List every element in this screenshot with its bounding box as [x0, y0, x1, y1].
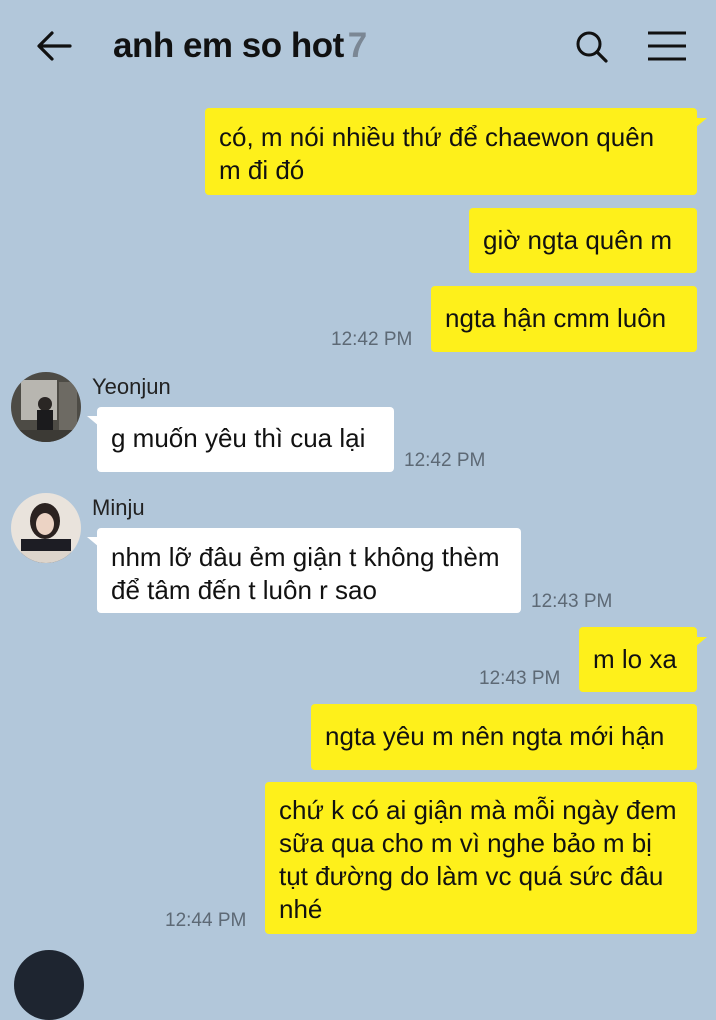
menu-button[interactable]: [644, 28, 690, 66]
my-message-bubble[interactable]: giờ ngta quên m: [469, 208, 697, 273]
message-timestamp: 12:42 PM: [404, 450, 486, 471]
message-text: ngta yêu m nên ngta mới hận: [325, 721, 665, 751]
message-timestamp: 12:43 PM: [479, 668, 561, 689]
bubble-tail: [695, 118, 707, 128]
sender-name: Minju: [92, 495, 145, 520]
arrow-left-icon: [37, 31, 72, 61]
bubble-tail: [695, 637, 707, 647]
sender-name: Yeonjun: [92, 374, 171, 399]
my-message-bubble[interactable]: m lo xa: [579, 627, 697, 692]
chat-title: anh em so hot: [113, 26, 344, 65]
message-text: giờ ngta quên m: [483, 225, 673, 255]
my-message-bubble[interactable]: ngta hận cmm luôn: [431, 286, 697, 352]
message-text: ngta hận cmm luôn: [445, 303, 667, 333]
message-text: g muốn yêu thì cua lại: [111, 423, 366, 453]
message-timestamp: 12:44 PM: [165, 910, 247, 931]
hamburger-menu-icon: [648, 31, 686, 61]
other-message-bubble[interactable]: g muốn yêu thì cua lại: [97, 407, 394, 472]
message-timestamp: 12:43 PM: [531, 591, 613, 612]
my-message-bubble[interactable]: chứ k có ai giận mà mỗi ngày đem sữa qua…: [265, 782, 697, 934]
bubble-tail: [87, 537, 99, 547]
message-text: m lo xa: [593, 644, 677, 674]
message-timestamp: 12:42 PM: [331, 329, 413, 350]
message-text: có, m nói nhiều thứ để chaewon quên m đi…: [219, 122, 655, 185]
bubble-tail: [87, 416, 99, 426]
chat-header: anh em so hot 7: [0, 0, 716, 92]
my-message-bubble[interactable]: ngta yêu m nên ngta mới hận: [311, 704, 697, 770]
chat-title-group[interactable]: anh em so hot 7: [113, 26, 367, 66]
avatar-next-sender[interactable]: [14, 950, 84, 1020]
avatar-yeonjun[interactable]: [11, 372, 81, 442]
message-text: chứ k có ai giận mà mỗi ngày đem sữa qua…: [279, 795, 677, 924]
message-text: nhm lỡ đâu ẻm giận t không thèm để tâm đ…: [111, 542, 500, 605]
avatar-minju[interactable]: [11, 493, 81, 563]
search-icon: [576, 31, 608, 63]
other-message-bubble[interactable]: nhm lỡ đâu ẻm giận t không thèm để tâm đ…: [97, 528, 521, 613]
member-count: 7: [347, 26, 367, 65]
back-button[interactable]: [34, 28, 74, 64]
search-button[interactable]: [572, 28, 612, 68]
my-message-bubble[interactable]: có, m nói nhiều thứ để chaewon quên m đi…: [205, 108, 697, 195]
